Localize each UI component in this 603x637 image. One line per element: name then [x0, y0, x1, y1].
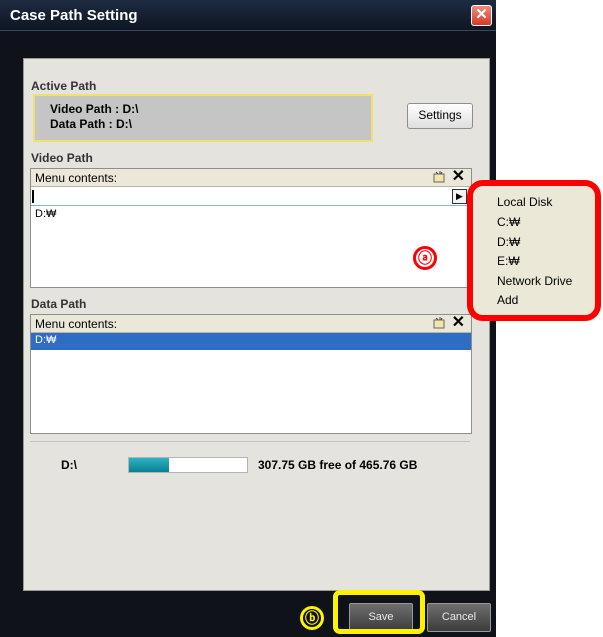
delete-icon[interactable]: ✕ [452, 315, 465, 331]
title-bar: Case Path Setting ✕ [0, 0, 496, 31]
data-path-item: D:₩ [35, 334, 57, 346]
cancel-button[interactable]: Cancel [427, 603, 491, 632]
settings-button[interactable]: Settings [407, 103, 473, 129]
active-path-label: Active Path [31, 79, 97, 93]
close-icon: ✕ [475, 6, 488, 23]
delete-icon[interactable]: ✕ [452, 169, 465, 185]
browse-button[interactable]: ▶ [452, 189, 467, 204]
popup-item-d[interactable]: D:₩ [497, 235, 520, 249]
video-list-header-text: Menu contents: [35, 171, 118, 185]
close-button[interactable]: ✕ [471, 5, 492, 26]
new-folder-icon[interactable] [433, 317, 445, 329]
data-path-item-selected[interactable]: D:₩ [31, 333, 471, 350]
disk-usage-bar [128, 457, 248, 473]
annotation-a: ⓐ [413, 246, 437, 270]
disk-usage-fill [129, 458, 170, 472]
data-path-list: Menu contents: ✕ D:₩ [30, 314, 472, 434]
new-folder-icon[interactable] [433, 171, 445, 183]
popup-item-network-drive[interactable]: Network Drive [497, 274, 572, 288]
data-path-label: Data Path [31, 297, 87, 311]
annotation-b: ⓑ [300, 606, 324, 630]
drive-popup-menu: Local Disk C:₩ D:₩ E:₩ Network Drive Add [467, 180, 601, 321]
disk-name: D:\ [61, 458, 77, 472]
case-path-setting-window: Case Path Setting ✕ Active Path Video Pa… [0, 0, 496, 637]
active-path-box: Video Path : D:\ Data Path : D:\ [33, 94, 373, 142]
video-path-label: Video Path [31, 151, 93, 165]
popup-item-local-disk[interactable]: Local Disk [497, 195, 552, 209]
active-data-path: Data Path : D:\ [50, 117, 133, 131]
popup-item-c[interactable]: C:₩ [497, 215, 520, 229]
popup-item-add[interactable]: Add [497, 293, 518, 307]
disk-usage-panel: D:\ 307.75 GB free of 465.76 GB [30, 441, 470, 582]
disk-free-info: 307.75 GB free of 465.76 GB [258, 458, 418, 472]
window-title: Case Path Setting [10, 7, 138, 24]
data-list-header: Menu contents: ✕ [31, 315, 471, 333]
video-list-header: Menu contents: ✕ [31, 169, 471, 187]
video-path-edit-field[interactable]: ▶ [31, 188, 471, 206]
active-video-path: Video Path : D:\ [50, 102, 139, 116]
data-list-header-text: Menu contents: [35, 317, 118, 331]
settings-panel: Active Path Video Path : D:\ Data Path :… [23, 58, 490, 591]
video-path-item[interactable]: D:₩ [35, 208, 56, 220]
popup-item-e[interactable]: E:₩ [497, 254, 520, 268]
video-path-list: Menu contents: ✕ ▶ D:₩ [30, 168, 472, 288]
text-caret [32, 190, 34, 203]
save-highlight [333, 590, 425, 634]
